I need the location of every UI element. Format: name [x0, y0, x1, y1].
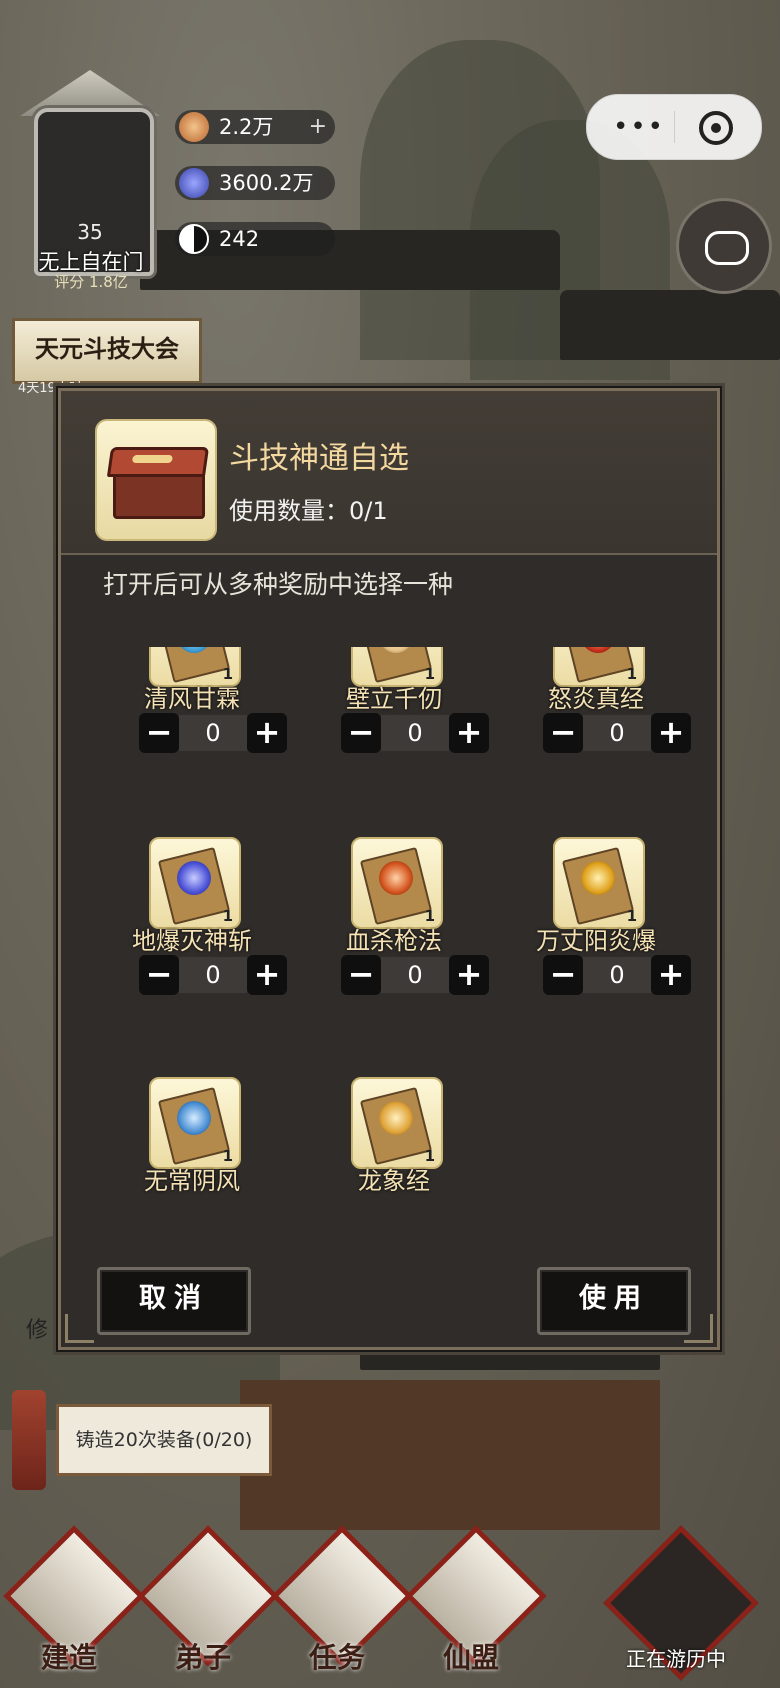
reward-name: 怒炎真经: [548, 685, 644, 713]
nav-label: 仙盟: [442, 1641, 499, 1674]
reward-list[interactable]: 1 清风甘霖 − 0 + 1 壁立千仞 − 0 + 1 怒炎真经 − 0 + 1…: [61, 647, 717, 1227]
quantity-value: 0: [381, 715, 449, 751]
more-dots-icon[interactable]: •••: [613, 114, 665, 140]
sect-level: 35: [77, 220, 103, 244]
skill-book-icon[interactable]: 1: [351, 1077, 443, 1169]
reward-item: 1 怒炎真经 − 0 +: [495, 647, 697, 835]
use-button[interactable]: 使用: [537, 1267, 691, 1335]
reward-item: 1 万丈阳炎爆 − 0 +: [495, 837, 697, 1077]
reward-name: 血杀枪法: [346, 927, 442, 955]
corner-ornament: [65, 1314, 94, 1343]
resource-value: 3600.2万: [219, 171, 314, 195]
nav-label: 建造: [40, 1641, 97, 1674]
spirit-stone-icon: [179, 112, 209, 142]
increase-button[interactable]: +: [247, 713, 287, 753]
increase-button[interactable]: +: [449, 713, 489, 753]
resource-spirit-stone: 2.2万 +: [175, 110, 335, 144]
increase-button[interactable]: +: [651, 955, 691, 995]
reward-item: 1 清风甘霖 − 0 +: [91, 647, 293, 835]
nav-disciple[interactable]: 弟子: [137, 1525, 279, 1676]
quantity-stepper: − 0 +: [341, 953, 489, 997]
skill-orb: [379, 1101, 413, 1135]
decrease-button[interactable]: −: [543, 955, 583, 995]
quantity-value: 0: [179, 715, 247, 751]
reward-name: 清风甘霖: [144, 685, 240, 713]
select-reward-dialog: 斗技神通自选 使用数量：0/1 打开后可从多种奖励中选择一种 1 清风甘霖 − …: [58, 388, 720, 1350]
capsule-divider: [674, 111, 675, 143]
quantity-stepper: − 0 +: [139, 711, 287, 755]
skill-orb: [177, 861, 211, 895]
decrease-button[interactable]: −: [139, 713, 179, 753]
travel-status: 正在游历中: [626, 1647, 726, 1671]
target-close-icon[interactable]: [699, 111, 733, 145]
quantity-stepper: − 0 +: [341, 711, 489, 755]
skill-book-icon[interactable]: 1: [553, 837, 645, 929]
resource-value: 2.2万: [219, 115, 274, 139]
bottom-nav: 建造 弟子 任务 仙盟 正在游历中: [0, 1525, 780, 1688]
dialog-description: 打开后可从多种奖励中选择一种: [103, 570, 454, 599]
reward-name: 万丈阳炎爆: [536, 927, 656, 955]
resource-taiji: 242: [175, 222, 335, 256]
cancel-button[interactable]: 取消: [97, 1267, 251, 1335]
increase-button[interactable]: +: [651, 713, 691, 753]
mini-program-capsule: •••: [586, 94, 762, 160]
reward-item: 1 无常阴风: [91, 1077, 293, 1227]
nav-task[interactable]: 任务: [271, 1525, 413, 1676]
skill-book-icon[interactable]: 1: [149, 1077, 241, 1169]
nav-label: 弟子: [174, 1641, 231, 1674]
side-label: 修: [26, 1318, 49, 1343]
reward-item: 1 地爆灭神斩 − 0 +: [91, 837, 293, 1077]
chest-lid: [106, 447, 210, 477]
skill-book-icon[interactable]: 1: [149, 837, 241, 929]
crystal-icon: [179, 168, 209, 198]
increase-button[interactable]: +: [449, 955, 489, 995]
reward-name: 龙象经: [358, 1167, 430, 1195]
sect-badge[interactable]: 35 无上自在门 评分 1.8亿: [20, 70, 160, 291]
nav-travel[interactable]: 正在游历中: [586, 1525, 766, 1681]
quantity-stepper: − 0 +: [543, 711, 691, 755]
reward-item: 1 血杀枪法 − 0 +: [293, 837, 495, 1077]
quantity-value: 0: [583, 957, 651, 993]
decrease-button[interactable]: −: [341, 955, 381, 995]
quest-tracker[interactable]: 铸造20次装备(0/20): [12, 1390, 272, 1490]
nav-alliance[interactable]: 仙盟: [405, 1525, 547, 1676]
skill-orb: [581, 861, 615, 895]
skill-orb: [177, 1101, 211, 1135]
dialog-header: 斗技神通自选 使用数量：0/1: [61, 391, 717, 555]
taiji-icon: [179, 224, 209, 254]
nav-build[interactable]: 建造: [3, 1525, 145, 1676]
quantity-value: 0: [381, 957, 449, 993]
decrease-button[interactable]: −: [139, 955, 179, 995]
quantity-stepper: − 0 +: [139, 953, 287, 997]
reward-item: 1 龙象经: [293, 1077, 495, 1227]
resource-value: 242: [219, 227, 260, 251]
increase-button[interactable]: +: [247, 955, 287, 995]
reward-name: 地爆灭神斩: [132, 927, 252, 955]
resource-crystal: 3600.2万: [175, 166, 335, 200]
quantity-value: 0: [179, 957, 247, 993]
add-resource-button[interactable]: +: [309, 110, 327, 144]
sect-score: 评分 1.8亿: [54, 273, 128, 291]
reward-item: 1 壁立千仞 − 0 +: [293, 647, 495, 835]
scroll-roll-icon: [12, 1390, 46, 1490]
decrease-button[interactable]: −: [543, 713, 583, 753]
skill-book-icon[interactable]: 1: [351, 837, 443, 929]
treasure-chest-icon: [95, 419, 217, 541]
use-quantity: 使用数量：0/1: [229, 497, 388, 525]
skill-orb: [379, 861, 413, 895]
dialog-title: 斗技神通自选: [229, 441, 409, 476]
quest-text: 铸造20次装备(0/20): [56, 1404, 272, 1476]
reward-name: 无常阴风: [144, 1167, 240, 1195]
chat-button[interactable]: [676, 198, 772, 294]
event-banner[interactable]: 天元斗技大会: [12, 318, 202, 384]
quantity-value: 0: [583, 715, 651, 751]
chat-bubble-icon: [705, 231, 749, 265]
nav-label: 任务: [308, 1641, 365, 1674]
reward-name: 壁立千仞: [346, 685, 442, 713]
quantity-stepper: − 0 +: [543, 953, 691, 997]
decrease-button[interactable]: −: [341, 713, 381, 753]
